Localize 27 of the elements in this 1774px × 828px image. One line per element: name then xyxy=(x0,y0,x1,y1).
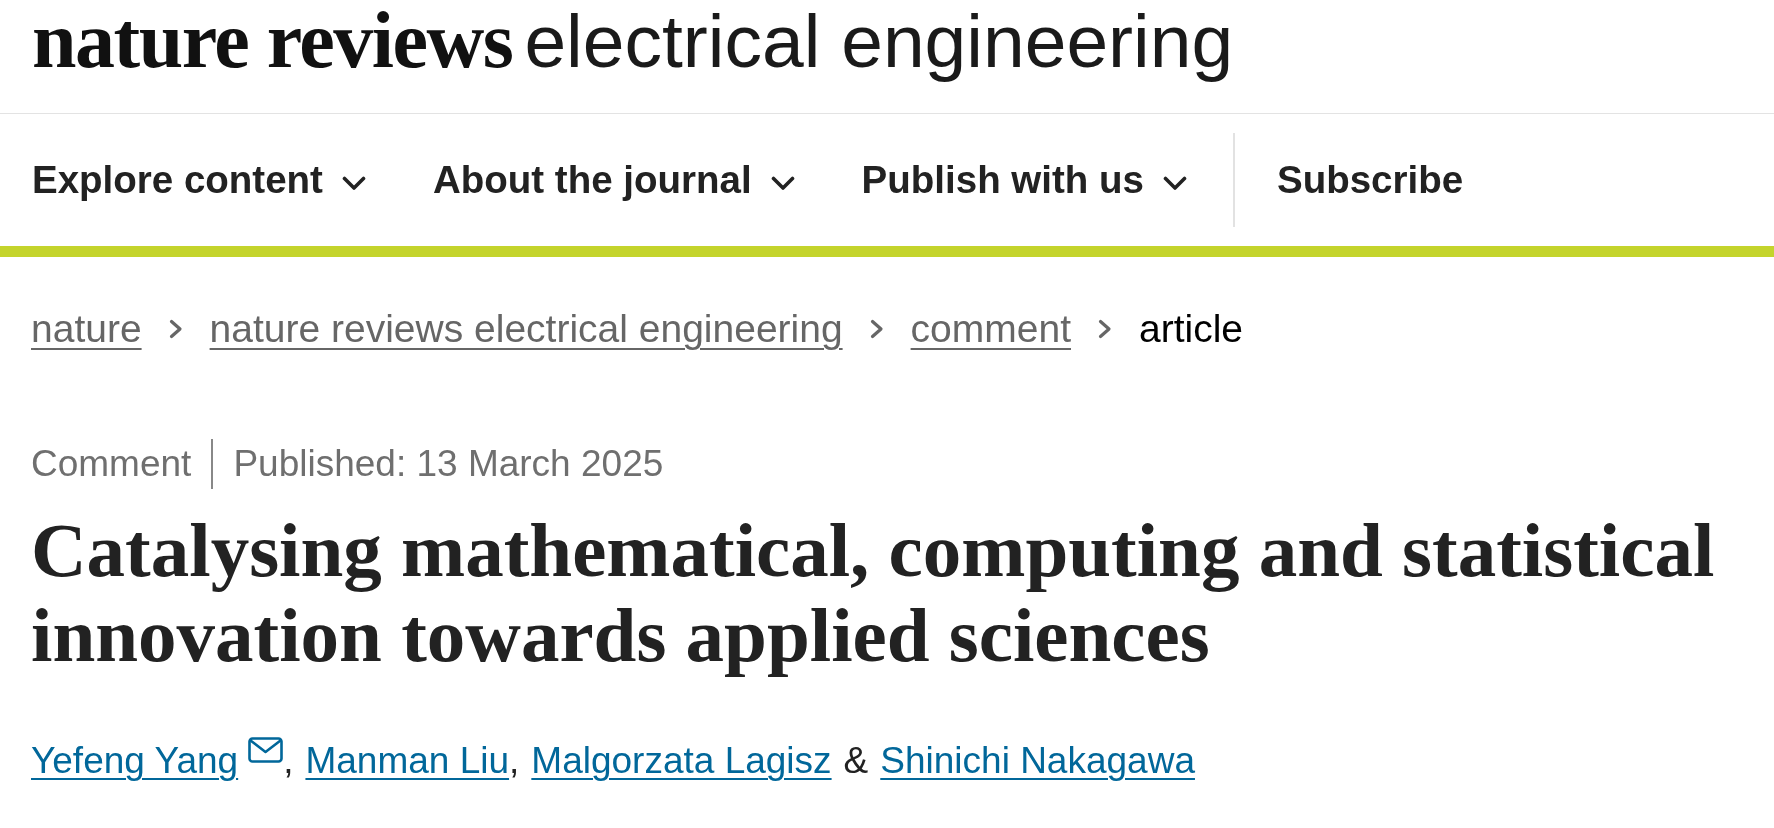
chevron-right-icon xyxy=(1098,319,1112,339)
author-link[interactable]: Malgorzata Lagisz xyxy=(531,740,832,781)
article-title: Catalysing mathematical, computing and statistical innovation towards applied sciences xyxy=(31,508,1716,678)
breadcrumb-current: article xyxy=(1139,306,1244,352)
nav-menu-button[interactable]: About the journal xyxy=(432,158,795,202)
nav-menu-button[interactable]: Explore content xyxy=(32,158,366,202)
logo-wordmark[interactable]: nature reviews xyxy=(32,0,513,80)
chevron-down-icon xyxy=(770,175,795,191)
author-separator: , xyxy=(283,740,294,781)
journal-name[interactable]: electrical engineering xyxy=(524,1,1234,81)
chevron-right-icon xyxy=(168,319,183,339)
chevron-down-icon xyxy=(1162,175,1187,191)
envelope-icon[interactable] xyxy=(248,737,284,763)
publish-date: Published: 13 March 2025 xyxy=(233,442,664,486)
chevron-down-icon xyxy=(341,175,366,191)
author-separator: & xyxy=(843,740,869,781)
breadcrumb-link[interactable]: nature reviews electrical engineering xyxy=(209,305,843,353)
chevron-right-icon xyxy=(869,319,884,339)
breadcrumb-link[interactable]: nature xyxy=(31,305,142,353)
breadcrumb-link[interactable]: comment xyxy=(910,305,1071,353)
nav-menu-button[interactable]: Publish with us xyxy=(861,158,1187,202)
author-separator: , xyxy=(509,740,520,781)
author-link[interactable]: Yefeng Yang xyxy=(31,740,239,781)
author-link[interactable]: Shinichi Nakagawa xyxy=(880,740,1195,781)
article-type: Comment xyxy=(31,442,192,486)
subscribe-link[interactable]: Subscribe xyxy=(1276,158,1464,202)
author-link[interactable]: Manman Liu xyxy=(305,740,510,781)
